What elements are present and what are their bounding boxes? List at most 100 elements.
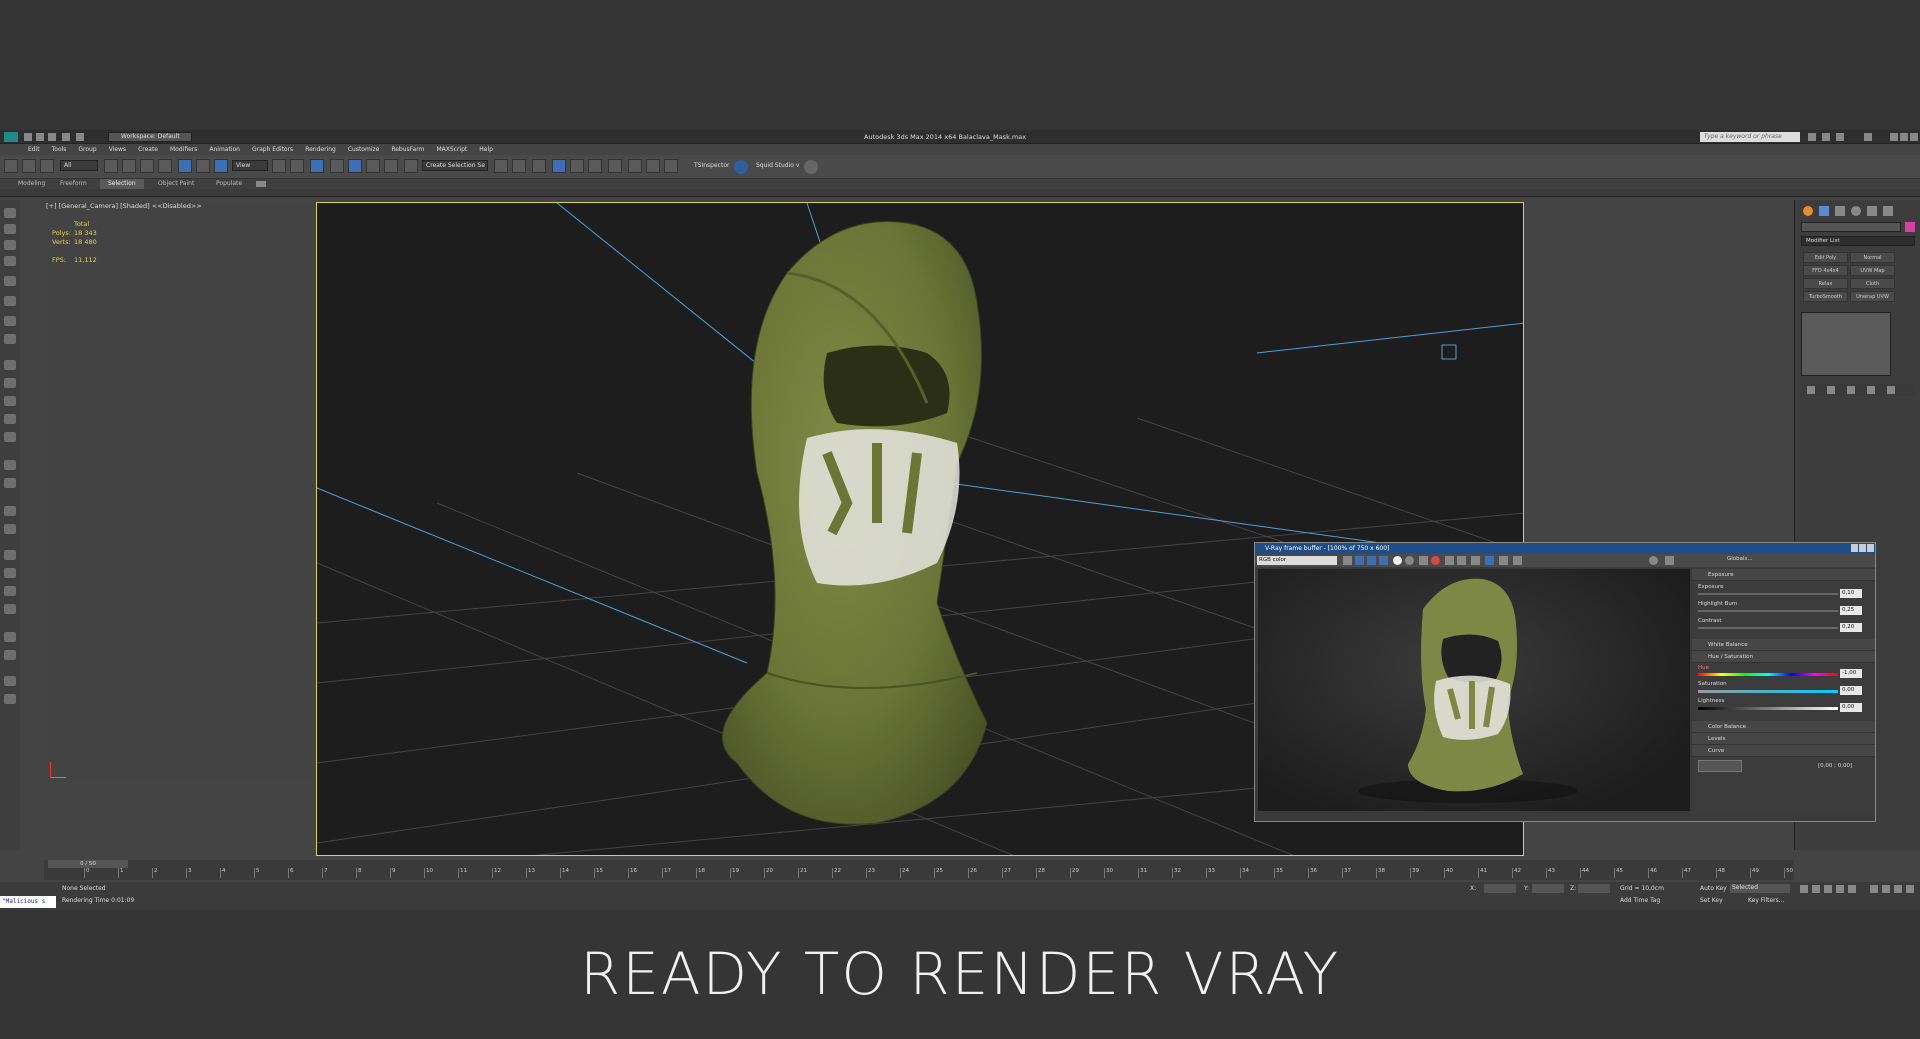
tsinspector-label[interactable]: TSInspector [694, 162, 729, 169]
zoom-icon[interactable] [1870, 885, 1878, 893]
selection-filter-dropdown[interactable]: All [60, 160, 98, 171]
search-icon[interactable] [1808, 133, 1816, 141]
zoom-all-icon[interactable] [1882, 885, 1890, 893]
menu-maxscript[interactable]: MAXScript [436, 146, 467, 153]
menu-rebusfarm[interactable]: RebusFarm [391, 146, 424, 153]
graphite-ribbon-icon[interactable] [552, 159, 566, 173]
modifier-button-ffd-4x4x4[interactable]: FFD 4x4x4 [1803, 265, 1848, 276]
window-crossing-icon[interactable] [158, 159, 172, 173]
modifier-button-relax[interactable]: Relax [1803, 278, 1848, 289]
viewport-label[interactable]: [+] [General_Camera] [Shaded] <<Disabled… [46, 202, 202, 211]
object-name-field[interactable] [1801, 222, 1901, 232]
curve-section[interactable]: Curve [1692, 745, 1875, 757]
play-icon[interactable] [1824, 885, 1832, 893]
menu-animation[interactable]: Animation [209, 146, 240, 153]
time-slider-thumb[interactable]: 0 / 50 [48, 860, 128, 868]
scale-icon[interactable] [214, 159, 228, 173]
clear-image-icon[interactable] [1431, 556, 1440, 565]
set-key-button[interactable]: Set Key [1700, 897, 1723, 904]
exposure-value[interactable]: 0,10 [1840, 589, 1862, 598]
stop-render-icon[interactable] [1649, 556, 1658, 565]
spinner-snap-icon[interactable] [384, 159, 398, 173]
layer-manager-icon[interactable] [532, 159, 546, 173]
shapes-icon[interactable] [4, 334, 16, 344]
lightness-value[interactable]: 0,00 [1840, 703, 1862, 712]
globals-button[interactable]: Globals... [1727, 556, 1753, 562]
tab-populate[interactable]: Populate [208, 179, 250, 189]
star-icon[interactable] [1822, 133, 1830, 141]
lights-icon[interactable] [4, 360, 16, 370]
render-production-icon[interactable] [664, 159, 678, 173]
contrast-value[interactable]: 0,20 [1840, 623, 1862, 632]
cameras-icon[interactable] [4, 378, 16, 388]
channel-dropdown[interactable]: RGB color [1257, 556, 1337, 565]
open-file-icon[interactable] [36, 133, 44, 141]
create-tab-icon[interactable] [1803, 206, 1813, 216]
hue-value[interactable]: -1,00 [1840, 669, 1862, 678]
minimize-button[interactable] [1890, 133, 1898, 141]
exposure-slider[interactable] [1698, 593, 1838, 595]
select-link-icon[interactable] [4, 159, 18, 173]
modifier-button-cloth[interactable]: Cloth [1850, 278, 1895, 289]
modifier-stack[interactable] [1801, 312, 1891, 376]
move-icon[interactable] [178, 159, 192, 173]
green-channel-icon[interactable] [1367, 556, 1376, 565]
workspace-dropdown[interactable]: Workspace: Default [108, 132, 192, 142]
layers-icon[interactable] [4, 506, 16, 516]
keyboard-shortcut-override-icon[interactable] [310, 159, 324, 173]
teapot-icon[interactable] [4, 550, 16, 560]
close-button[interactable] [1910, 133, 1918, 141]
percent-snap-icon[interactable] [366, 159, 380, 173]
highlight-burn-value[interactable]: 0,25 [1840, 606, 1862, 615]
grid-icon[interactable] [4, 650, 16, 660]
select-manipulate-icon[interactable] [290, 159, 304, 173]
select-by-name-icon[interactable] [122, 159, 136, 173]
add-time-tag[interactable]: Add Time Tag [1620, 897, 1660, 904]
maxscript-listener[interactable]: "Malicious s [0, 896, 56, 908]
exchange-icon[interactable] [1836, 133, 1844, 141]
tab-freeform[interactable]: Freeform [52, 179, 95, 189]
rotate-icon[interactable] [196, 159, 210, 173]
material-editor-icon[interactable] [608, 159, 622, 173]
pivot-center-icon[interactable] [272, 159, 286, 173]
track-mouse-icon[interactable] [1457, 556, 1466, 565]
modifier-button-edit-poly[interactable]: Edit Poly [1803, 252, 1848, 263]
bind-space-warp-icon[interactable] [40, 159, 54, 173]
sun-icon[interactable] [4, 460, 16, 470]
pin-stack-icon[interactable] [1807, 386, 1815, 394]
new-file-icon[interactable] [24, 133, 32, 141]
modify-panel-icon[interactable] [4, 224, 16, 234]
select-object-icon[interactable] [104, 159, 118, 173]
menu-views[interactable]: Views [109, 146, 126, 153]
history-icon[interactable] [1513, 556, 1522, 565]
brush-icon[interactable] [4, 524, 16, 534]
save-file-icon[interactable] [48, 133, 56, 141]
menu-rendering[interactable]: Rendering [305, 146, 336, 153]
hue-slider[interactable] [1698, 673, 1838, 676]
reference-coordinate-dropdown[interactable]: View [232, 160, 268, 171]
show-end-result-icon[interactable] [1827, 386, 1835, 394]
menu-customize[interactable]: Customize [348, 146, 380, 153]
modify-tab-icon[interactable] [1819, 206, 1829, 216]
modifier-button-unwrap-uvw[interactable]: Unwrap UVW [1850, 291, 1895, 302]
save-image-icon[interactable] [1343, 556, 1352, 565]
motion-tab-icon[interactable] [1851, 206, 1861, 216]
vfb-maximize-button[interactable] [1859, 544, 1866, 552]
alpha-channel-icon[interactable] [1393, 556, 1402, 565]
menu-help[interactable]: Help [479, 146, 493, 153]
x-coordinate-field[interactable] [1484, 884, 1516, 893]
sphere-icon[interactable] [4, 478, 16, 488]
display-tab-icon[interactable] [1867, 206, 1877, 216]
remove-modifier-icon[interactable] [1867, 386, 1875, 394]
go-to-end-icon[interactable] [1848, 885, 1856, 893]
vray-icon[interactable] [734, 160, 748, 174]
app-logo-icon[interactable] [4, 132, 18, 142]
auto-key-button[interactable]: Auto Key [1700, 885, 1727, 892]
angle-snap-icon[interactable] [348, 159, 362, 173]
clock-icon[interactable] [4, 694, 16, 704]
align-icon[interactable] [512, 159, 526, 173]
ribbon-toggle-icon[interactable] [256, 181, 266, 187]
previous-frame-icon[interactable] [1812, 885, 1820, 893]
make-unique-icon[interactable] [1847, 386, 1855, 394]
modifier-list-dropdown[interactable]: Modifier List [1801, 236, 1915, 246]
